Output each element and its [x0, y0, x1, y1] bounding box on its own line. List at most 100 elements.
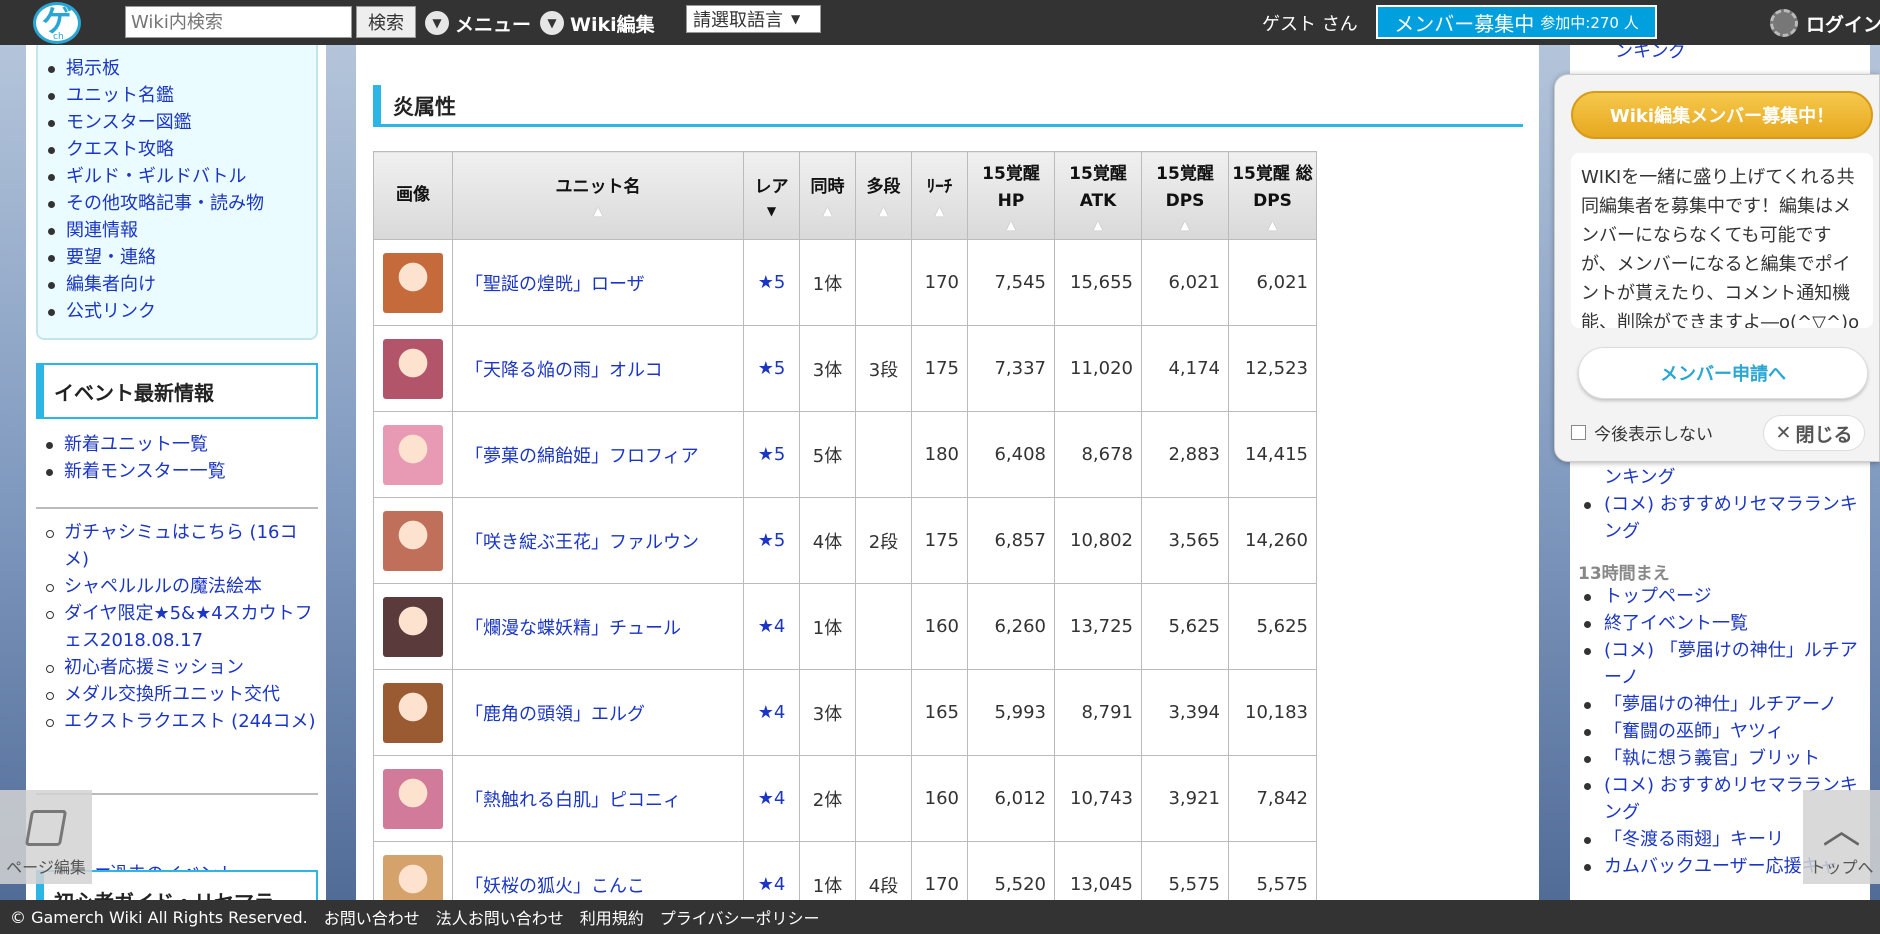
- col-hp[interactable]: 15覚醒 HP ▲: [967, 151, 1055, 240]
- guide-link[interactable]: 編集者向け: [38, 271, 316, 298]
- rarity-cell: ★5: [743, 497, 800, 584]
- sort-up-icon[interactable]: ▲: [968, 219, 1054, 231]
- unit-thumbnail[interactable]: [383, 596, 443, 657]
- unit-thumbnail[interactable]: [383, 510, 443, 571]
- search-button[interactable]: 検索: [356, 6, 416, 38]
- recent-link[interactable]: 「執に想う義官」ブリット: [1570, 745, 1870, 772]
- main-content: 炎属性 画像 ユニット名 ▲ レア ▼ 同時 ▲ 多段 ▲ ﾘｰﾁ ▲ 15覚醒 HP ▲ …: [356, 45, 1539, 900]
- guide-link[interactable]: モンスター図鑑: [38, 109, 316, 136]
- to-top-button[interactable]: ︿ トップへ: [1803, 790, 1880, 884]
- ranking-link[interactable]: ンキング: [1615, 45, 1686, 63]
- unit-name-link[interactable]: 「鹿角の頭領」エルグ: [452, 669, 744, 756]
- simul-cell: 1体: [799, 841, 856, 900]
- unit-thumbnail[interactable]: [383, 854, 443, 900]
- atk-cell: 11,020: [1054, 325, 1142, 412]
- hp-cell: 7,545: [967, 239, 1055, 326]
- unit-thumbnail[interactable]: [383, 338, 443, 399]
- menu-button[interactable]: ▼ メニュー: [425, 8, 531, 38]
- guide-link[interactable]: ユニット名鑑: [38, 82, 316, 109]
- recent-link[interactable]: (コメ) 「夢届けの神仕」ルチアーノ: [1570, 637, 1870, 691]
- page-edit-button[interactable]: ページ編集: [0, 790, 92, 884]
- event-link[interactable]: エクストラクエスト (244コメ): [36, 708, 316, 735]
- table-row: 「妖桜の狐火」こんこ ★4 1体 4段 170 5,520 13,045 5,575 5,575: [373, 841, 1317, 900]
- member-recruit-button[interactable]: メンバー募集中 参加中:270 人: [1376, 5, 1657, 39]
- sort-up-icon[interactable]: ▲: [912, 205, 967, 217]
- unit-rows: 「聖誕の煌晄」ローザ ★5 1体 170 7,545 15,655 6,021 6,021 「天…: [373, 239, 1317, 900]
- unit-thumbnail[interactable]: [383, 768, 443, 829]
- col-total-dps[interactable]: 15覚醒 総DPS ▲: [1228, 151, 1317, 240]
- unit-name-link[interactable]: 「爛漫な蝶妖精」チュール: [452, 583, 744, 670]
- unit-thumbnail-cell: [373, 239, 453, 326]
- footer-link-terms[interactable]: 利用規約: [580, 905, 644, 929]
- footer-link-privacy[interactable]: プライバシーポリシー: [660, 905, 820, 929]
- recent-link[interactable]: トップページ: [1570, 583, 1870, 610]
- login-button[interactable]: ログイン: [1770, 9, 1880, 37]
- ranking-link-cont[interactable]: ンキング: [1604, 463, 1675, 489]
- col-multi[interactable]: 多段 ▲: [855, 151, 912, 240]
- wiki-edit-button[interactable]: ▼ Wiki編集: [540, 8, 655, 38]
- unit-thumbnail[interactable]: [383, 682, 443, 743]
- event-list: ガチャシミュはこちら (16コメ) シャペルルルの魔法絵本 ダイヤ限定★5&★4スカ…: [36, 519, 316, 735]
- sort-up-icon[interactable]: ▲: [1055, 219, 1141, 231]
- guide-link[interactable]: 掲示板: [38, 55, 316, 82]
- unit-name-link[interactable]: 「聖誕の煌晄」ローザ: [452, 239, 744, 326]
- checkbox-icon[interactable]: [1571, 425, 1586, 440]
- unit-name-link[interactable]: 「咲き綻ぶ王花」ファルウン: [452, 497, 744, 584]
- select-arrow-icon: ▼: [791, 12, 801, 26]
- guide-link[interactable]: その他攻略記事・読み物: [38, 190, 316, 217]
- footer-link-contact[interactable]: お問い合わせ: [324, 905, 420, 929]
- event-link[interactable]: ダイヤ限定★5&★4スカウトフェス2018.08.17: [36, 600, 316, 654]
- guide-link[interactable]: クエスト攻略: [38, 136, 316, 163]
- unit-name-link[interactable]: 「天降る焔の雨」オルコ: [452, 325, 744, 412]
- member-apply-button[interactable]: メンバー申請へ: [1578, 347, 1868, 399]
- chevron-up-icon: ︿: [1822, 808, 1861, 852]
- guide-link[interactable]: 関連情報: [38, 217, 316, 244]
- event-link[interactable]: メダル交換所ユニット交代: [36, 681, 316, 708]
- recent-link[interactable]: (コメ) おすすめリセマラランキング: [1570, 491, 1870, 545]
- sort-up-icon[interactable]: ▲: [1229, 219, 1316, 231]
- col-reach[interactable]: ﾘｰﾁ ▲: [911, 151, 968, 240]
- new-items-link[interactable]: 新着モンスター一覧: [36, 458, 226, 485]
- col-atk[interactable]: 15覚醒 ATK ▲: [1054, 151, 1142, 240]
- unit-thumbnail[interactable]: [383, 252, 443, 313]
- guide-link[interactable]: ギルド・ギルドバトル: [38, 163, 316, 190]
- event-link[interactable]: 初心者応援ミッション: [36, 654, 316, 681]
- sort-up-icon[interactable]: ▲: [1142, 219, 1228, 231]
- guide-box: 掲示板 ユニット名鑑 モンスター図鑑 クエスト攻略 ギルド・ギルドバトル その他攻略記事・…: [36, 45, 318, 340]
- pencil-icon: [24, 810, 68, 846]
- sort-up-icon[interactable]: ▲: [856, 205, 911, 217]
- dps-cell: 6,021: [1141, 239, 1229, 326]
- footer-link-corp-contact[interactable]: 法人お問い合わせ: [436, 905, 564, 929]
- col-rare[interactable]: レア ▼: [743, 151, 800, 240]
- sort-down-icon[interactable]: ▼: [744, 205, 799, 217]
- guide-link[interactable]: 要望・連絡: [38, 244, 316, 271]
- wiki-search-input[interactable]: [125, 6, 352, 38]
- sort-up-icon[interactable]: ▲: [800, 205, 855, 217]
- recent-link[interactable]: 「奮闘の巫師」ヤツィ: [1570, 718, 1870, 745]
- reach-cell: 160: [911, 583, 968, 670]
- recent-link[interactable]: 「夢届けの神仕」ルチアーノ: [1570, 691, 1870, 718]
- sort-up-icon[interactable]: ▲: [453, 205, 743, 217]
- col-unit-name[interactable]: ユニット名 ▲: [452, 151, 744, 240]
- col-simul[interactable]: 同時 ▲: [799, 151, 856, 240]
- language-select[interactable]: 請選取語言 ▼: [686, 5, 821, 33]
- dont-show-checkbox[interactable]: 今後表示しない: [1571, 420, 1713, 445]
- site-logo[interactable]: ゲ ch: [33, 2, 81, 44]
- gear-icon: [1770, 9, 1798, 37]
- unit-name-link[interactable]: 「夢菓の綿飴姫」フロフィア: [452, 411, 744, 498]
- popup-close-button[interactable]: ✕ 閉じる: [1763, 415, 1865, 451]
- unit-name-link[interactable]: 「妖桜の狐火」こんこ: [452, 841, 744, 900]
- event-link[interactable]: ガチャシミュはこちら (16コメ): [36, 519, 316, 573]
- rarity-cell: ★5: [743, 325, 800, 412]
- wiki-edit-label: Wiki編集: [570, 13, 655, 36]
- atk-cell: 8,791: [1054, 669, 1142, 756]
- event-link[interactable]: シャペルルルの魔法絵本: [36, 573, 316, 600]
- unit-name-link[interactable]: 「熱触れる白肌」ピコニィ: [452, 755, 744, 842]
- col-dps[interactable]: 15覚醒 DPS ▲: [1141, 151, 1229, 240]
- table-header-row: 画像 ユニット名 ▲ レア ▼ 同時 ▲ 多段 ▲ ﾘｰﾁ ▲ 15覚醒 HP ▲ 15覚醒…: [373, 151, 1317, 240]
- new-items-link[interactable]: 新着ユニット一覧: [36, 431, 226, 458]
- guide-link[interactable]: 公式リンク: [38, 298, 316, 325]
- recent-link[interactable]: 終了イベント一覧: [1570, 610, 1870, 637]
- multi-cell: 4段: [855, 841, 912, 900]
- unit-thumbnail[interactable]: [383, 424, 443, 485]
